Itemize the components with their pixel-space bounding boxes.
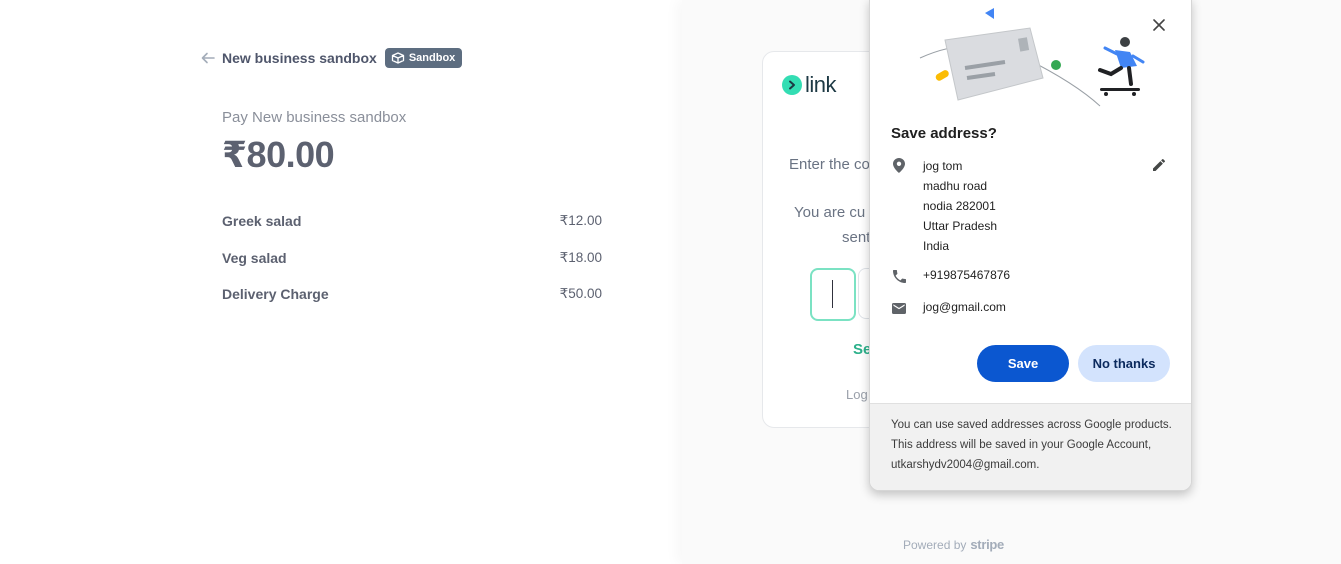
stripe-wordmark: stripe	[970, 537, 1004, 552]
otp-digit-input[interactable]	[810, 268, 856, 321]
line-item-price: ₹18.00	[559, 249, 602, 265]
save-button[interactable]: Save	[977, 345, 1069, 382]
line-item: Veg salad ₹18.00	[222, 250, 602, 287]
link-wordmark: link	[805, 72, 837, 97]
address-line: nodia 282001	[923, 199, 996, 213]
logout-link[interactable]: Log	[846, 387, 868, 402]
line-items-list: Greek salad ₹12.00 Veg salad ₹18.00 Deli…	[222, 213, 602, 323]
text-caret	[832, 280, 833, 308]
powered-by-stripe[interactable]: Powered by stripe	[903, 537, 1004, 552]
location-pin-icon	[891, 157, 907, 173]
link-logo: link	[782, 72, 837, 98]
sandbox-badge-label: Sandbox	[408, 52, 456, 64]
sandbox-box-icon	[391, 52, 404, 64]
pay-label: Pay New business sandbox	[222, 109, 407, 126]
address-block: jog tom madhu road nodia 282001 Uttar Pr…	[923, 156, 997, 256]
line-item-price: ₹12.00	[559, 213, 602, 228]
dialog-title: Save address?	[891, 125, 997, 142]
verification-info-text: You are cu	[794, 204, 866, 221]
total-amount: ₹80.00	[222, 134, 335, 175]
dialog-footer: You can use saved addresses across Googl…	[870, 403, 1191, 490]
enter-code-text: Enter the co	[789, 156, 870, 173]
address-line: Uttar Pradesh	[923, 219, 998, 233]
phone-icon	[891, 268, 907, 284]
powered-by-label: Powered by	[903, 538, 967, 552]
address-illustration	[919, 8, 1145, 107]
line-item: Delivery Charge ₹50.00	[222, 286, 602, 323]
footer-disclaimer: You can use saved addresses across Googl…	[891, 419, 1172, 471]
no-thanks-button[interactable]: No thanks	[1078, 345, 1170, 382]
merchant-name[interactable]: New business sandbox	[222, 50, 377, 66]
address-line: madhu road	[923, 179, 988, 193]
sandbox-badge: Sandbox	[384, 48, 463, 68]
save-address-dialog: Save address? jog tom madhu road nodia 2…	[869, 0, 1192, 491]
address-line: jog tom	[923, 159, 963, 173]
merchant-header: New business sandbox Sandbox	[200, 48, 463, 68]
address-line: India	[923, 239, 950, 253]
phone-number: +919875467876	[923, 268, 1011, 282]
link-chevron-icon	[782, 75, 802, 95]
mail-icon	[891, 300, 907, 316]
line-item-price: ₹50.00	[559, 286, 602, 301]
email-address: jog@gmail.com	[923, 300, 1006, 314]
line-item-name: Veg salad	[222, 249, 287, 266]
line-item: Greek salad ₹12.00	[222, 213, 602, 250]
line-item-name: Greek salad	[222, 213, 302, 229]
verification-info-text-2: sent	[842, 229, 871, 246]
line-item-name: Delivery Charge	[222, 286, 329, 302]
order-summary-panel: New business sandbox Sandbox Pay New bus…	[0, 0, 682, 564]
edit-pencil-icon[interactable]	[1150, 156, 1168, 174]
back-arrow-icon[interactable]	[200, 50, 216, 66]
